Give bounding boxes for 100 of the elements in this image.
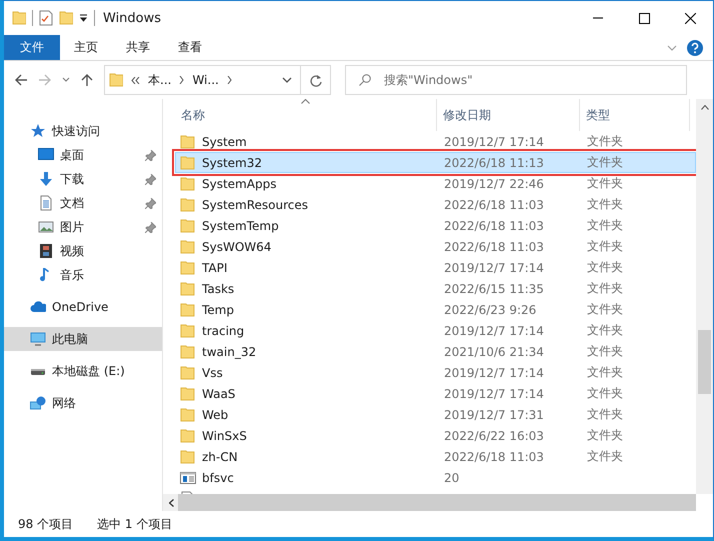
- checklist-icon[interactable]: [39, 10, 53, 26]
- file-type: 文件夹: [587, 155, 623, 169]
- folder-icon: [109, 72, 123, 88]
- folder-icon: [180, 428, 196, 444]
- file-type: 文件夹: [587, 260, 623, 274]
- document-icon: [38, 195, 54, 211]
- scroll-thumb[interactable]: [698, 330, 711, 394]
- search-field[interactable]: 搜索"Windows": [345, 65, 687, 95]
- ribbon-tab[interactable]: 主页: [60, 35, 112, 60]
- recent-dropdown[interactable]: [62, 77, 70, 83]
- folder-icon: [180, 386, 196, 402]
- folder-icon: [180, 238, 196, 254]
- file-row[interactable]: bfsvc 20: [175, 467, 696, 488]
- file-name: bfsvc: [202, 470, 234, 484]
- sidebar-item[interactable]: 音乐: [4, 263, 162, 287]
- forward-button[interactable]: [38, 73, 52, 87]
- chevron-down-icon[interactable]: [667, 44, 677, 50]
- file-date: 2021/10/6 21:34: [444, 344, 544, 358]
- file-row[interactable]: WaaS 2019/12/7 17:14 文件夹: [175, 383, 696, 404]
- file-row[interactable]: zh-CN 2022/6/18 11:03 文件夹: [175, 446, 696, 467]
- scroll-left-icon: [169, 498, 174, 506]
- file-name: System: [202, 134, 247, 148]
- sidebar-item[interactable]: 桌面: [4, 143, 162, 167]
- column-header[interactable]: 修改日期: [437, 99, 580, 131]
- double-chevron-icon: [131, 76, 140, 84]
- folder-icon: [180, 406, 196, 422]
- vertical-scrollbar[interactable]: [696, 99, 713, 494]
- folder-icon: [12, 10, 26, 26]
- sidebar-item[interactable]: 文档: [4, 191, 162, 215]
- maximize-icon: [638, 12, 650, 24]
- status-text: 98 个项目: [18, 516, 74, 532]
- file-name: Temp: [202, 302, 234, 316]
- file-name: Vss: [202, 366, 223, 380]
- breadcrumb[interactable]: Wi...: [192, 73, 219, 87]
- file-row[interactable]: Temp 2022/6/23 9:26 文件夹: [175, 299, 696, 320]
- sidebar-item[interactable]: 下载: [4, 167, 162, 191]
- file-name: twain_32: [202, 344, 256, 358]
- ribbon-tab[interactable]: 查看: [164, 35, 216, 60]
- file-menu-tab[interactable]: 文件: [4, 35, 60, 60]
- close-icon: [684, 12, 696, 24]
- column-header[interactable]: 名称: [175, 99, 437, 131]
- file-row[interactable]: Tasks 2022/6/15 11:35 文件夹: [175, 278, 696, 299]
- file-type: 文件夹: [587, 302, 623, 316]
- file-row[interactable]: System 2019/12/7 17:14 文件夹: [175, 131, 696, 152]
- file-row[interactable]: TAPI 2019/12/7 17:14 文件夹: [175, 257, 696, 278]
- folder-icon: [180, 302, 196, 318]
- file-date: 2019/12/7 17:31: [444, 408, 544, 422]
- file-name: SystemApps: [202, 176, 276, 190]
- dropdown-icon[interactable]: [79, 14, 88, 22]
- file-type: 文件夹: [587, 176, 623, 190]
- folder-icon: [180, 322, 196, 338]
- file-type: 文件夹: [587, 323, 623, 337]
- file-date: 2019/12/7 17:14: [444, 324, 544, 338]
- file-type: 文件夹: [587, 449, 623, 463]
- picture-icon: [38, 219, 54, 235]
- sidebar-item[interactable]: 快速访问: [4, 119, 162, 143]
- up-icon: [80, 73, 94, 87]
- folder-icon: [180, 196, 196, 212]
- folder-icon[interactable]: [59, 10, 73, 26]
- file-row[interactable]: Vss 2019/12/7 17:14 文件夹: [175, 362, 696, 383]
- file-row[interactable]: SystemApps 2019/12/7 22:46 文件夹: [175, 173, 696, 194]
- scroll-up-icon: [700, 105, 708, 110]
- file-row[interactable]: Web 2019/12/7 17:31 文件夹: [175, 404, 696, 425]
- file-date: 2022/6/18 11:03: [444, 218, 544, 232]
- file-name: SystemTemp: [202, 218, 279, 232]
- sidebar-item[interactable]: 本地磁盘 (E:): [4, 359, 162, 383]
- file-date: 2022/6/15 11:35: [444, 282, 544, 296]
- network-icon: [30, 395, 46, 411]
- back-icon: [14, 73, 28, 87]
- column-header[interactable]: 类型: [580, 99, 690, 131]
- breadcrumb[interactable]: 本...: [148, 72, 172, 88]
- file-row[interactable]: System32 2022/6/18 11:13 文件夹: [175, 152, 696, 173]
- address-bar[interactable]: 本... Wi...: [104, 65, 331, 95]
- file-row[interactable]: SystemTemp 2022/6/18 11:03 文件夹: [175, 215, 696, 236]
- up-button[interactable]: [80, 73, 94, 87]
- folder-icon: [180, 134, 196, 150]
- folder-icon: [180, 448, 196, 464]
- file-date: 2022/6/18 11:03: [444, 198, 544, 212]
- sidebar-item[interactable]: 此电脑: [4, 327, 162, 351]
- file-name: System32: [202, 156, 262, 170]
- sidebar-item[interactable]: OneDrive: [4, 295, 162, 319]
- sidebar-item[interactable]: 视频: [4, 239, 162, 263]
- refresh-icon: [310, 74, 322, 86]
- file-row[interactable]: SysWOW64 2022/6/18 11:03 文件夹: [175, 236, 696, 257]
- file-row[interactable]: SystemResources 2022/6/18 11:03 文件夹: [175, 194, 696, 215]
- ribbon-tab[interactable]: 共享: [112, 35, 164, 60]
- sidebar-item[interactable]: 图片: [4, 215, 162, 239]
- chevron-right-icon: [226, 76, 232, 84]
- file-date: 2022/6/18 11:03: [444, 240, 544, 254]
- back-button[interactable]: [14, 73, 28, 87]
- file-row[interactable]: tracing 2019/12/7 17:14 文件夹: [175, 320, 696, 341]
- file-row[interactable]: WinSxS 2022/6/22 16:03 文件夹: [175, 425, 696, 446]
- help-icon[interactable]: [687, 40, 703, 56]
- file-row[interactable]: twain_32 2021/10/6 21:34 文件夹: [175, 341, 696, 362]
- sidebar-item[interactable]: 网络: [4, 391, 162, 415]
- folder-icon: [180, 280, 196, 296]
- file-date: 2019/12/7 17:14: [444, 260, 544, 274]
- file-name: SysWOW64: [202, 240, 272, 254]
- file-type: 文件夹: [587, 344, 623, 358]
- file-date: 2022/6/23 9:26: [444, 302, 536, 316]
